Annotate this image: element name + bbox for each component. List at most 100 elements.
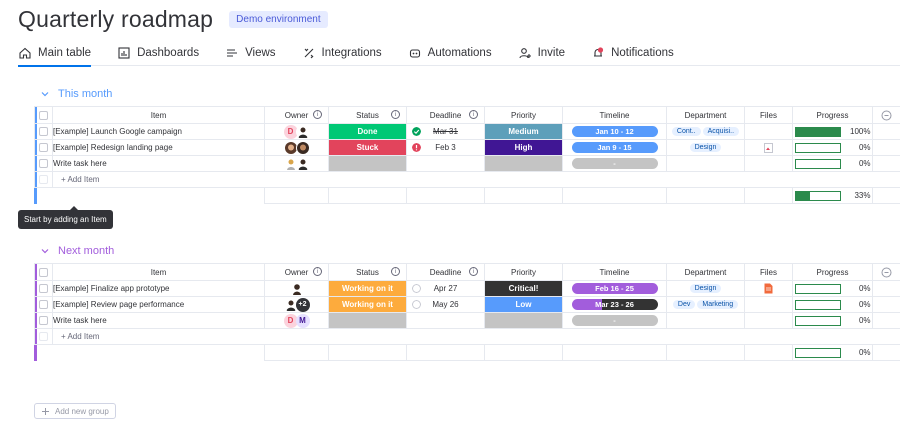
select-all-checkbox[interactable] bbox=[39, 267, 48, 277]
add-item-row[interactable]: + Add Item bbox=[34, 328, 900, 345]
tab-invite[interactable]: Invite bbox=[518, 40, 565, 66]
timeline-pill[interactable]: - bbox=[571, 158, 658, 169]
status-cell[interactable]: Working on it bbox=[328, 280, 407, 297]
priority-cell[interactable]: Critical! bbox=[484, 280, 563, 297]
group-title[interactable]: Next month bbox=[58, 245, 114, 257]
column-header-department[interactable]: Department bbox=[666, 263, 745, 281]
add-item-input[interactable]: + Add Item bbox=[52, 328, 900, 345]
column-header-timeline[interactable]: Timeline bbox=[562, 106, 667, 124]
info-icon[interactable]: i bbox=[391, 267, 400, 276]
column-header-files[interactable]: Files bbox=[744, 263, 793, 281]
timeline-cell[interactable]: Mar 23 - 26 bbox=[562, 296, 667, 313]
row-checkbox[interactable] bbox=[39, 159, 48, 168]
avatar-photo-icon[interactable] bbox=[289, 281, 304, 296]
priority-cell[interactable] bbox=[484, 312, 563, 329]
status-cell[interactable] bbox=[328, 155, 407, 172]
deadline-cell[interactable]: May 26 bbox=[406, 296, 485, 313]
row-select-cell[interactable] bbox=[34, 312, 53, 329]
timeline-pill[interactable]: - bbox=[571, 315, 658, 326]
timeline-pill[interactable]: Feb 16 - 25 bbox=[571, 283, 658, 294]
deadline-cell[interactable]: Mar 31 bbox=[406, 123, 485, 140]
deadline-cell[interactable]: Apr 27 bbox=[406, 280, 485, 297]
add-item-row[interactable]: + Add Item bbox=[34, 171, 900, 188]
owner-cell[interactable]: D bbox=[264, 123, 329, 140]
department-cell[interactable]: Cont.. Acquisi.. bbox=[666, 123, 745, 140]
column-header-owner[interactable]: Owner i bbox=[264, 106, 329, 124]
column-header-status[interactable]: Status i bbox=[328, 263, 407, 281]
table-row[interactable]: [Example] Finalize app prototype Working… bbox=[34, 280, 900, 297]
column-header-item[interactable]: Item bbox=[52, 106, 265, 124]
item-name[interactable]: [Example] Finalize app prototype bbox=[52, 280, 265, 297]
item-name[interactable]: [Example] Launch Google campaign bbox=[52, 123, 265, 140]
tab-views[interactable]: Views bbox=[225, 40, 276, 66]
files-cell[interactable] bbox=[744, 155, 793, 172]
info-icon[interactable]: i bbox=[313, 267, 322, 276]
row-checkbox[interactable] bbox=[39, 316, 48, 325]
row-checkbox[interactable] bbox=[39, 300, 48, 309]
files-cell[interactable] bbox=[744, 139, 793, 156]
column-header-status[interactable]: Status i bbox=[328, 106, 407, 124]
files-cell[interactable] bbox=[744, 312, 793, 329]
column-header-progress[interactable]: Progress bbox=[792, 106, 873, 124]
status-cell[interactable]: Stuck bbox=[328, 139, 407, 156]
timeline-cell[interactable]: Feb 16 - 25 bbox=[562, 280, 667, 297]
tab-notifications[interactable]: Notifications bbox=[591, 40, 674, 66]
department-cell[interactable] bbox=[666, 312, 745, 329]
status-cell[interactable]: Done bbox=[328, 123, 407, 140]
status-cell[interactable]: Working on it bbox=[328, 296, 407, 313]
column-header-timeline[interactable]: Timeline bbox=[562, 263, 667, 281]
deadline-cell[interactable] bbox=[406, 155, 485, 172]
row-checkbox[interactable] bbox=[39, 284, 48, 293]
group-header-this-month[interactable]: This month bbox=[40, 88, 112, 100]
column-header-priority[interactable]: Priority bbox=[484, 263, 563, 281]
tab-main-table[interactable]: Main table bbox=[18, 40, 92, 67]
info-icon[interactable]: i bbox=[313, 110, 322, 119]
select-all-cell[interactable] bbox=[34, 263, 53, 281]
status-cell[interactable] bbox=[328, 312, 407, 329]
files-cell[interactable] bbox=[744, 123, 793, 140]
image-file-icon[interactable] bbox=[764, 142, 773, 153]
owner-cell[interactable] bbox=[264, 155, 329, 172]
department-cell[interactable]: Dev Marketing bbox=[666, 296, 745, 313]
document-file-icon[interactable] bbox=[764, 283, 773, 294]
row-checkbox[interactable] bbox=[39, 143, 48, 152]
row-select-cell[interactable] bbox=[34, 296, 53, 313]
add-column-cell[interactable] bbox=[872, 106, 900, 124]
department-cell[interactable] bbox=[666, 155, 745, 172]
timeline-pill[interactable]: Jan 9 - 15 bbox=[571, 142, 658, 153]
owner-cell[interactable]: +2 bbox=[264, 296, 329, 313]
item-name[interactable]: Write task here bbox=[52, 155, 265, 172]
avatar-photo-icon[interactable] bbox=[295, 124, 310, 139]
priority-cell[interactable]: High bbox=[484, 139, 563, 156]
add-column-icon[interactable] bbox=[881, 110, 892, 121]
row-select-cell[interactable] bbox=[34, 280, 53, 297]
board-title[interactable]: Quarterly roadmap bbox=[18, 6, 213, 33]
priority-cell[interactable]: Low bbox=[484, 296, 563, 313]
deadline-cell[interactable] bbox=[406, 312, 485, 329]
table-row[interactable]: Write task here - 0% bbox=[34, 155, 900, 172]
info-icon[interactable]: i bbox=[469, 110, 478, 119]
table-row[interactable]: [Example] Launch Google campaign D Done … bbox=[34, 123, 900, 140]
table-row[interactable]: [Example] Review page performance +2 Wor… bbox=[34, 296, 900, 313]
timeline-cell[interactable]: - bbox=[562, 312, 667, 329]
column-header-priority[interactable]: Priority bbox=[484, 106, 563, 124]
more-owners-badge[interactable]: +2 bbox=[295, 297, 310, 312]
column-header-department[interactable]: Department bbox=[666, 106, 745, 124]
select-all-checkbox[interactable] bbox=[39, 110, 48, 120]
add-item-input[interactable]: + Add Item bbox=[52, 171, 900, 188]
owner-cell[interactable] bbox=[264, 280, 329, 297]
info-icon[interactable]: i bbox=[469, 267, 478, 276]
row-select-cell[interactable] bbox=[34, 123, 53, 140]
timeline-pill[interactable]: Jan 10 - 12 bbox=[571, 126, 658, 137]
group-title[interactable]: This month bbox=[58, 88, 112, 100]
chevron-down-icon[interactable] bbox=[40, 246, 50, 256]
column-header-item[interactable]: Item bbox=[52, 263, 265, 281]
item-name[interactable]: [Example] Redesign landing page bbox=[52, 139, 265, 156]
timeline-cell[interactable]: Jan 9 - 15 bbox=[562, 139, 667, 156]
priority-cell[interactable] bbox=[484, 155, 563, 172]
deadline-cell[interactable]: Feb 3 bbox=[406, 139, 485, 156]
files-cell[interactable] bbox=[744, 296, 793, 313]
group-header-next-month[interactable]: Next month bbox=[40, 245, 114, 257]
tab-dashboards[interactable]: Dashboards bbox=[117, 40, 199, 66]
item-name[interactable]: [Example] Review page performance bbox=[52, 296, 265, 313]
